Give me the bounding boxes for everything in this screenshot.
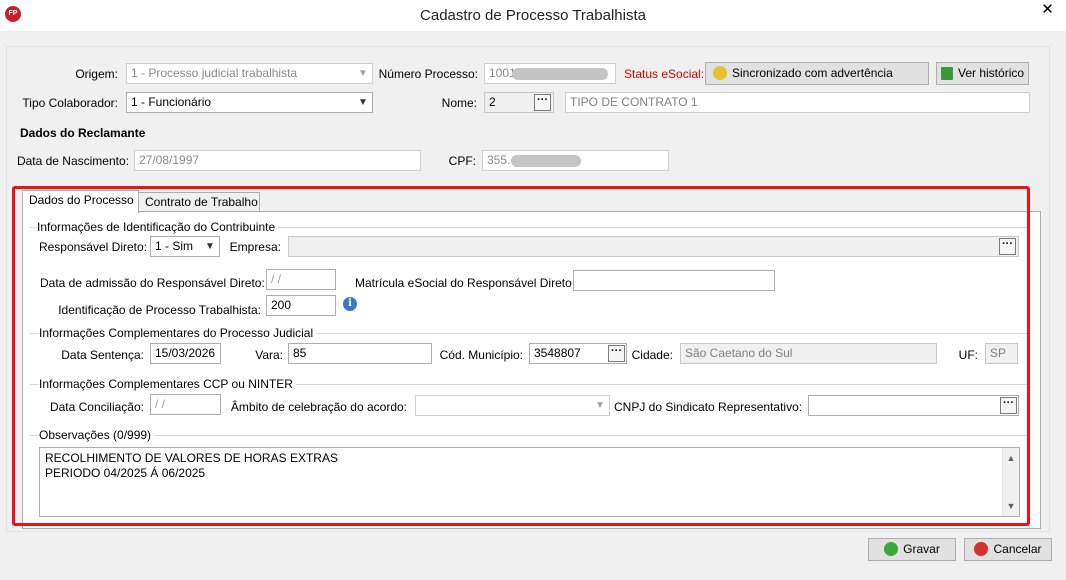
- sync-warning-icon: [713, 66, 727, 80]
- vara-field[interactable]: 85: [288, 343, 432, 364]
- origem-label: Origem:: [75, 67, 118, 81]
- numero-processo-field[interactable]: 1001: [484, 63, 616, 84]
- chevron-down-icon: ▼: [205, 241, 215, 252]
- status-esocial-label: Status eSocial:: [624, 67, 705, 81]
- cidade-field[interactable]: São Caetano do Sul: [680, 343, 937, 364]
- uf-field[interactable]: SP: [985, 343, 1018, 364]
- admissao-field[interactable]: / /: [266, 269, 336, 290]
- cod-municipio-label: Cód. Município:: [439, 348, 523, 362]
- cidade-label: Cidade:: [631, 348, 673, 362]
- check-icon: [884, 542, 899, 556]
- data-conciliacao-label: Data Conciliação:: [49, 400, 144, 414]
- chevron-down-icon: ▼: [358, 97, 368, 108]
- judicial-group-title: Informações Complementares do Processo J…: [39, 326, 317, 340]
- empresa-field[interactable]: [288, 236, 1019, 257]
- data-sentenca-field[interactable]: 15/03/2026: [150, 343, 221, 364]
- municipio-search-button[interactable]: ···: [608, 345, 625, 362]
- ccp-group-title: Informações Complementares CCP ou NINTER: [39, 377, 296, 391]
- nascimento-field[interactable]: 27/08/1997: [134, 150, 421, 171]
- ambito-select[interactable]: ▼: [415, 395, 610, 416]
- observacoes-line: RECOLHIMENTO DE VALORES DE HORAS EXTRAS: [45, 451, 338, 465]
- scroll-down-icon[interactable]: ▼: [1003, 498, 1019, 514]
- chevron-down-icon: ▼: [595, 400, 605, 411]
- identificacao-processo-label: Identificação de Processo Trabalhista:: [58, 303, 261, 317]
- uf-label: UF:: [958, 348, 978, 362]
- identificacao-group-title: Informações de Identificação do Contribu…: [37, 220, 279, 234]
- vara-label: Vara:: [255, 348, 283, 362]
- chevron-down-icon: ▼: [358, 68, 368, 79]
- textarea-scrollbar[interactable]: ▲ ▼: [1002, 448, 1019, 516]
- ambito-label: Âmbito de celebração do acordo:: [230, 400, 407, 414]
- cnpj-search-button[interactable]: ···: [1000, 397, 1017, 414]
- group-divider: [30, 435, 1028, 436]
- identificacao-processo-field[interactable]: 200: [266, 295, 336, 316]
- redaction-blur: [511, 155, 581, 167]
- cpf-field[interactable]: 355.: [482, 150, 669, 171]
- responsavel-direto-select[interactable]: 1 - Sim ▼: [150, 236, 220, 257]
- nome-label: Nome:: [441, 96, 477, 110]
- data-conciliacao-field[interactable]: / /: [150, 394, 221, 415]
- cancel-button[interactable]: Cancelar: [964, 538, 1052, 561]
- reclamante-section-title: Dados do Reclamante: [20, 126, 146, 140]
- cancel-icon: [974, 542, 989, 556]
- redaction-blur: [512, 68, 608, 80]
- empresa-label: Empresa:: [229, 240, 281, 254]
- observacoes-group-title: Observações (0/999): [39, 428, 155, 442]
- matricula-label: Matrícula eSocial do Responsável Direto: [355, 276, 572, 290]
- tab-contrato-trabalho[interactable]: Contrato de Trabalho: [138, 192, 260, 213]
- cnpj-sindicato-label: CNPJ do Sindicato Representativo:: [614, 400, 803, 414]
- window-title: Cadastro de Processo Trabalhista: [420, 7, 646, 24]
- tipo-colaborador-select[interactable]: 1 - Funcionário ▼: [126, 92, 373, 113]
- origem-select[interactable]: 1 - Processo judicial trabalhista ▼: [126, 63, 373, 84]
- matricula-field[interactable]: [573, 270, 775, 291]
- observacoes-textarea[interactable]: RECOLHIMENTO DE VALORES DE HORAS EXTRAS …: [39, 447, 1020, 517]
- numero-processo-label: Número Processo:: [378, 67, 478, 81]
- nome-search-button[interactable]: ···: [534, 94, 551, 111]
- close-button[interactable]: ✕: [1029, 0, 1066, 22]
- data-sentenca-label: Data Sentença:: [61, 348, 144, 362]
- nome-field[interactable]: TIPO DE CONTRATO 1: [565, 92, 1030, 113]
- tipo-colaborador-label: Tipo Colaborador:: [22, 96, 118, 110]
- observacoes-line: PERIODO 04/2025 Á 06/2025: [45, 466, 206, 480]
- ver-historico-button[interactable]: Ver histórico: [936, 62, 1029, 85]
- save-button[interactable]: Gravar: [868, 538, 956, 561]
- cpf-label: CPF:: [448, 154, 476, 168]
- admissao-label: Data de admissão do Responsável Direto:: [40, 276, 265, 290]
- info-icon[interactable]: i: [343, 297, 357, 311]
- tab-dados-processo[interactable]: Dados do Processo: [22, 190, 139, 213]
- empresa-search-button[interactable]: ···: [999, 238, 1016, 255]
- history-icon: [941, 67, 953, 80]
- scroll-up-icon[interactable]: ▲: [1003, 450, 1019, 466]
- cnpj-sindicato-field[interactable]: [808, 395, 1019, 416]
- responsavel-direto-label: Responsável Direto:: [38, 240, 147, 254]
- nascimento-label: Data de Nascimento:: [16, 154, 129, 168]
- status-esocial-badge[interactable]: Sincronizado com advertência: [705, 62, 929, 85]
